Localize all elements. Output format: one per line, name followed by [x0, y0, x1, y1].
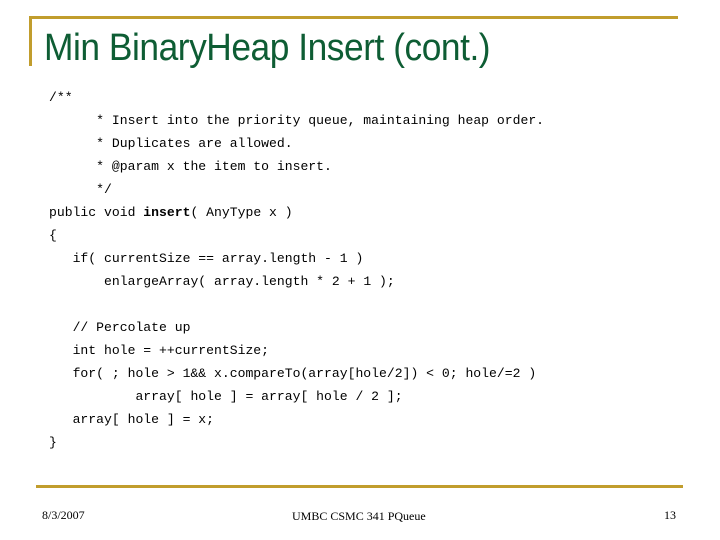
code-text: int hole = ++currentSize; — [72, 343, 270, 358]
code-text: public void — [49, 205, 144, 220]
code-line: // Percolate up — [49, 316, 544, 339]
frame-top-rule — [29, 16, 678, 19]
code-line: * @param x the item to insert. — [49, 155, 544, 178]
code-line: array[ hole ] = x; — [49, 408, 544, 431]
code-text: */ — [96, 182, 112, 197]
code-method-name: insert — [143, 205, 191, 220]
code-text: array[ hole ] = array[ hole / 2 ]; — [135, 389, 403, 404]
code-line: int hole = ++currentSize; — [49, 339, 544, 362]
code-text: { — [49, 228, 57, 243]
footer-title: UMBC CSMC 341 PQueue — [292, 509, 426, 523]
code-line: */ — [49, 178, 544, 201]
code-line: /** — [49, 86, 544, 109]
code-line: array[ hole ] = array[ hole / 2 ]; — [49, 385, 544, 408]
frame-left-rule — [29, 16, 32, 66]
code-text: * Duplicates are allowed. — [96, 136, 293, 151]
code-line: if( currentSize == array.length - 1 ) — [49, 247, 544, 270]
code-text: /** — [49, 90, 73, 105]
slide: Min BinaryHeap Insert (cont.) /** * Inse… — [0, 0, 720, 540]
frame-bottom-rule — [36, 485, 683, 488]
code-text: for( ; hole > 1&& x.compareTo(array[hole… — [72, 366, 537, 381]
footer-date: 8/3/2007 — [42, 508, 85, 522]
code-text: } — [49, 435, 57, 450]
slide-title: Min BinaryHeap Insert (cont.) — [44, 27, 491, 69]
code-line: enlargeArray( array.length * 2 + 1 ); — [49, 270, 544, 293]
code-block: /** * Insert into the priority queue, ma… — [49, 86, 544, 454]
code-line: { — [49, 224, 544, 247]
code-line: for( ; hole > 1&& x.compareTo(array[hole… — [49, 362, 544, 385]
code-line: public void insert( AnyType x ) — [49, 201, 544, 224]
code-line: * Duplicates are allowed. — [49, 132, 544, 155]
page-number: 13 — [664, 508, 676, 522]
code-line: * Insert into the priority queue, mainta… — [49, 109, 544, 132]
code-text: ( AnyType x ) — [190, 205, 293, 220]
code-text: enlargeArray( array.length * 2 + 1 ); — [104, 274, 395, 289]
code-text: * Insert into the priority queue, mainta… — [96, 113, 545, 128]
code-text: if( currentSize == array.length - 1 ) — [72, 251, 364, 266]
code-text: * @param x the item to insert. — [96, 159, 332, 174]
code-line: } — [49, 431, 544, 454]
code-text: // Percolate up — [72, 320, 191, 335]
code-text: array[ hole ] = x; — [72, 412, 215, 427]
